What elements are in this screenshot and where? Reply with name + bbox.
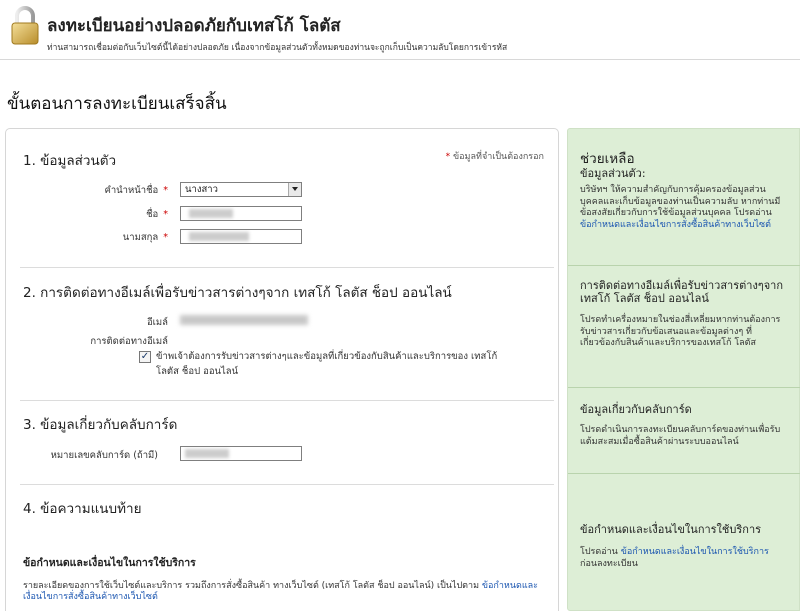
terms-paragraph-text: รายละเอียดของการใช้เว็บไซต์และบริการ รวม… <box>23 581 479 591</box>
section-terms-title: 4. ข้อความแนบท้าย <box>23 501 142 517</box>
email-opt-in-text: ข้าพเจ้าต้องการรับข่าวสารต่างๆและข้อมูลท… <box>156 351 498 377</box>
terms-heading: ข้อกำหนดและเงื่อนไขในการใช้บริการ <box>23 557 196 569</box>
registration-form: * ข้อมูลที่จำเป็นต้องกรอก 1. ข้อมูลส่วนต… <box>5 128 559 611</box>
section-personal-title: 1. ข้อมูลส่วนตัว <box>23 153 117 169</box>
prefix-label-text: คำนำหน้าชื่อ <box>104 185 159 196</box>
help-personal-text: บริษัทฯ ให้ความสำคัญกับการคุ้มครองข้อมูล… <box>580 185 785 231</box>
page-title: ขั้นตอนการลงทะเบียนเสร็จสิ้น <box>7 94 227 114</box>
help-sidebar: ช่วยเหลือ ข้อมูลส่วนตัว: บริษัทฯ ให้ความ… <box>567 128 800 611</box>
help-clubcard-text: โปรดดำเนินการลงทะเบียนคลับการ์ดของท่านเพ… <box>580 425 781 447</box>
firstname-label-text: ชื่อ <box>146 209 159 220</box>
section-clubcard-title: 3. ข้อมูลเกี่ยวกับคลับการ์ด <box>23 417 178 433</box>
help-terms-text-b: ก่อนลงทะเบียน <box>580 558 638 569</box>
help-email-text: โปรดทำเครื่องหมายในช่องสี่เหลี่ยมหากท่าน… <box>580 315 781 348</box>
email-contact-label: การติดต่อทางอีเมล์ <box>90 336 168 347</box>
required-star: * <box>163 209 168 220</box>
firstname-field[interactable] <box>180 206 302 221</box>
section-divider <box>20 400 554 401</box>
prefix-select[interactable]: นางสาว <box>180 182 302 197</box>
email-label: อีเมล์ <box>146 317 168 328</box>
required-note: * ข้อมูลที่จำเป็นต้องกรอก <box>446 149 544 163</box>
help-terms-title: ข้อกำหนดและเงื่อนไขในการใช้บริการ <box>580 523 762 536</box>
email-opt-in-checkbox[interactable]: ✓ <box>139 351 151 363</box>
prefix-select-value: นางสาว <box>185 184 218 195</box>
help-terms-link-2[interactable]: ข้อกำหนดและเงื่อนไขในการใช้บริการ <box>621 547 769 557</box>
help-title: ช่วยเหลือ <box>580 151 635 167</box>
help-terms-text-a: โปรดอ่าน <box>580 547 618 557</box>
required-star: * <box>163 232 168 243</box>
help-personal-title: ข้อมูลส่วนตัว: <box>580 167 646 180</box>
header-subtitle: ท่านสามารถเชื่อมต่อกับเว็บไซต์นี้ได้อย่า… <box>47 43 508 53</box>
help-email-title: การติดต่อทางอีเมล์เพื่อรับข่าวสารต่างๆจา… <box>580 279 784 305</box>
clubcard-label: หมายเลขคลับการ์ด (ถ้ามี) <box>50 450 158 461</box>
lastname-label-text: นามสกุล <box>122 232 159 243</box>
email-value <box>180 315 308 325</box>
terms-paragraph: รายละเอียดของการใช้เว็บไซต์และบริการ รวม… <box>23 581 553 603</box>
help-terms-link[interactable]: ข้อกำหนดและเงื่อนไขการสั่งซื้อสินค้าทางเ… <box>580 220 771 230</box>
help-divider <box>568 265 800 266</box>
section-divider <box>20 267 554 268</box>
help-clubcard-title: ข้อมูลเกี่ยวกับคลับการ์ด <box>580 403 692 416</box>
redacted-value <box>185 449 229 458</box>
help-terms-text: โปรดอ่าน ข้อกำหนดและเงื่อนไขในการใช้บริก… <box>580 547 785 570</box>
lastname-field[interactable] <box>180 229 302 244</box>
prefix-label: คำนำหน้าชื่อ * <box>104 183 168 198</box>
firstname-label: ชื่อ * <box>146 207 168 222</box>
help-divider <box>568 473 800 474</box>
required-star: * <box>445 152 451 162</box>
lastname-label: นามสกุล * <box>123 230 168 245</box>
header-title: ลงทะเบียนอย่างปลอดภัยกับเทสโก้ โลตัส <box>47 16 341 36</box>
redacted-value <box>189 232 249 241</box>
padlock-icon <box>11 6 39 45</box>
clubcard-field[interactable] <box>180 446 302 461</box>
required-star: * <box>163 185 168 196</box>
required-note-text: ข้อมูลที่จำเป็นต้องกรอก <box>453 152 544 162</box>
page-header: ลงทะเบียนอย่างปลอดภัยกับเทสโก้ โลตัส ท่า… <box>0 0 800 60</box>
redacted-value <box>189 209 233 218</box>
help-personal-text-body: บริษัทฯ ให้ความสำคัญกับการคุ้มครองข้อมูล… <box>580 185 781 218</box>
help-divider <box>568 387 800 388</box>
section-email-title: 2. การติดต่อทางอีเมล์เพื่อรับข่าวสารต่าง… <box>23 285 452 301</box>
section-divider <box>20 484 554 485</box>
chevron-down-icon[interactable] <box>288 183 301 196</box>
